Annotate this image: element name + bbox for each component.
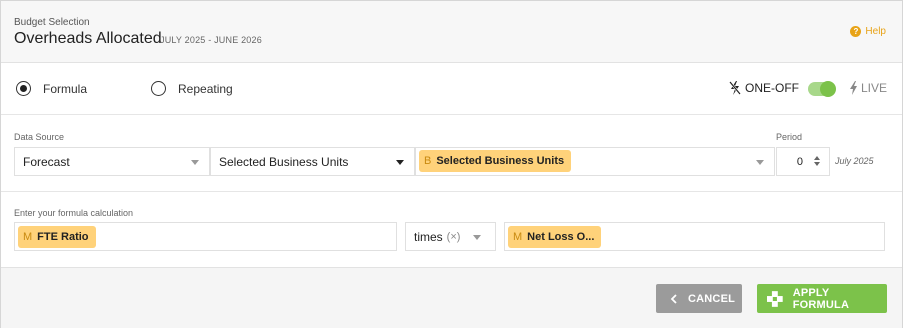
puzzle-icon	[767, 290, 783, 307]
radio-selected-icon	[16, 81, 31, 96]
apply-formula-button[interactable]: APPLY FORMULA	[757, 284, 887, 313]
bolt-off-icon	[729, 81, 741, 95]
radio-repeating-label: Repeating	[178, 81, 233, 96]
bolt-icon	[850, 81, 857, 95]
chip-type-letter: M	[23, 231, 33, 243]
period-range: JULY 2025 - JUNE 2026	[160, 35, 262, 45]
right-operand-chip[interactable]: M Net Loss O...	[508, 226, 602, 248]
chevron-left-icon	[670, 293, 677, 304]
dialog-title: Overheads Allocated	[14, 30, 162, 47]
chip-label: FTE Ratio	[37, 231, 89, 243]
business-unit-chip[interactable]: B Selected Business Units	[419, 150, 572, 172]
mode-row: Formula Repeating ONE-OFF LIVE	[1, 64, 902, 115]
toggle-knob	[820, 81, 836, 97]
dialog-subtitle: Budget Selection	[14, 17, 90, 28]
period-stepper[interactable]: 0	[776, 147, 830, 176]
chevron-down-icon	[396, 160, 404, 165]
apply-formula-label: APPLY FORMULA	[792, 286, 850, 311]
chevron-down-icon	[756, 160, 764, 165]
live-toggle[interactable]	[808, 81, 836, 97]
one-off-option[interactable]: ONE-OFF	[729, 81, 799, 95]
scope-value: Selected Business Units	[219, 154, 349, 169]
budget-selection-dialog: Budget Selection Overheads Allocated JUL…	[0, 0, 903, 328]
chip-label: Selected Business Units	[436, 155, 565, 167]
help-icon: ?	[850, 26, 862, 37]
radio-formula[interactable]: Formula	[16, 81, 87, 96]
chip-label: Net Loss O...	[527, 231, 595, 243]
cancel-button[interactable]: CANCEL	[656, 284, 742, 313]
section-divider	[1, 191, 902, 192]
operator-symbol: (×)	[446, 230, 461, 243]
data-source-value: Forecast	[23, 154, 70, 169]
chevron-down-icon	[473, 235, 481, 240]
live-option[interactable]: LIVE	[849, 81, 887, 95]
help-label: Help	[865, 26, 886, 37]
period-value: 0	[796, 156, 803, 168]
data-source-select[interactable]: Forecast	[14, 147, 210, 176]
formula-label: Enter your formula calculation	[14, 208, 134, 218]
left-operand-chip[interactable]: M FTE Ratio	[18, 226, 96, 248]
chevron-down-icon	[191, 160, 199, 165]
chip-type-letter: B	[424, 155, 432, 167]
operator-value: times	[414, 229, 443, 244]
help-link[interactable]: ? Help	[850, 26, 886, 37]
data-source-label: Data Source	[14, 132, 65, 142]
one-off-label: ONE-OFF	[745, 81, 799, 95]
operator-select[interactable]: times (×)	[405, 222, 496, 251]
dialog-header: Budget Selection Overheads Allocated JUL…	[1, 1, 902, 63]
radio-unselected-icon	[151, 81, 166, 96]
live-label: LIVE	[861, 81, 888, 95]
period-label: Period	[776, 132, 803, 142]
chip-type-letter: M	[513, 231, 523, 243]
stepper-arrows-icon[interactable]	[814, 156, 820, 166]
scope-select[interactable]: Selected Business Units	[210, 147, 415, 176]
radio-formula-label: Formula	[43, 81, 88, 96]
dialog-footer: CANCEL APPLY FORMULA	[1, 267, 902, 328]
period-date: July 2025	[835, 156, 874, 166]
cancel-label: CANCEL	[688, 292, 736, 305]
radio-repeating[interactable]: Repeating	[151, 81, 233, 96]
